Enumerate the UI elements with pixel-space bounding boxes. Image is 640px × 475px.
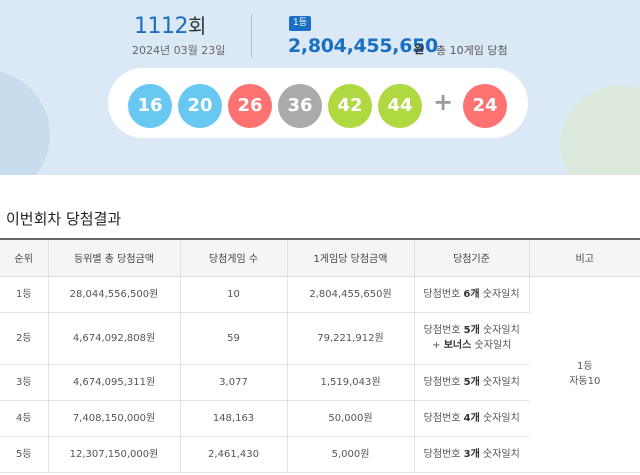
- criteria-count: 5개: [463, 376, 480, 388]
- criteria-text: 숫자일치: [479, 288, 520, 300]
- decorative-circle: [0, 70, 50, 175]
- column-header: 순위: [0, 238, 49, 277]
- round-suffix: 회: [188, 14, 206, 38]
- rank-cell: 1등: [0, 276, 49, 313]
- plus-sign: +: [433, 88, 454, 116]
- per-game-prize-cell: 5,000원: [287, 436, 415, 473]
- prize-results-table: 순위 등위별 총 당첨금액 당첨게임 수 1게임당 당첨금액 당첨기준 비고 1…: [0, 238, 640, 473]
- draw-date: 2024년 03월 23일: [132, 44, 226, 57]
- criteria-bonus: 보너스: [443, 340, 472, 351]
- column-header: 등위별 총 당첨금액: [48, 238, 181, 277]
- criteria-text: 당첨번호: [423, 412, 464, 424]
- section-title: 이번회차 당첨결과: [6, 210, 122, 228]
- criteria-cell: 당첨번호 5개 숫자일치: [414, 364, 529, 401]
- number-ball: 36: [278, 84, 322, 128]
- per-game-prize-cell: 2,804,455,650원: [287, 276, 415, 313]
- draw-result-banner: 1112회 2024년 03월 23일 1등 2,804,455,650 원 총…: [0, 0, 640, 175]
- round-number-value: 1112: [134, 14, 189, 39]
- column-header: 당첨게임 수: [180, 238, 288, 277]
- table-header-row: 순위 등위별 총 당첨금액 당첨게임 수 1게임당 당첨금액 당첨기준 비고: [0, 238, 640, 277]
- criteria-text: +: [432, 340, 444, 351]
- note-line: 1등: [576, 361, 593, 372]
- per-game-prize-cell: 50,000원: [287, 400, 415, 437]
- divider: [251, 14, 252, 58]
- criteria-cell: 당첨번호 3개 숫자일치: [414, 436, 529, 473]
- winning-games-cell: 59: [180, 312, 288, 365]
- column-header: 1게임당 당첨금액: [287, 238, 415, 277]
- table-row: 1등 28,044,556,500원 10 2,804,455,650원 당첨번…: [0, 276, 640, 473]
- criteria-text: 숫자일치: [479, 448, 520, 460]
- criteria-text: 숫자일치: [479, 325, 520, 336]
- rank-cell: 4등: [0, 400, 49, 437]
- winning-games-cell: 148,163: [180, 400, 288, 437]
- number-ball: 16: [128, 84, 172, 128]
- first-prize-winners: 총 10게임 당첨: [436, 44, 508, 57]
- per-game-prize-cell: 79,221,912원: [287, 312, 415, 365]
- winning-games-cell: 10: [180, 276, 288, 313]
- total-prize-cell: 4,674,092,808원: [48, 312, 181, 365]
- round-number: 1112회: [134, 10, 206, 39]
- number-ball: 20: [178, 84, 222, 128]
- winning-games-cell: 2,461,430: [180, 436, 288, 473]
- criteria-text: 당첨번호: [423, 448, 464, 460]
- note-cell: 1등자동10: [529, 276, 640, 473]
- column-header: 당첨기준: [414, 238, 530, 277]
- total-prize-cell: 12,307,150,000원: [48, 436, 181, 473]
- column-header: 비고: [529, 238, 640, 277]
- decorative-circle: [560, 85, 640, 175]
- criteria-text: 당첨번호: [423, 325, 464, 336]
- total-prize-cell: 28,044,556,500원: [48, 276, 181, 313]
- rank-cell: 5등: [0, 436, 49, 473]
- number-ball: 44: [378, 84, 422, 128]
- number-ball: 26: [228, 84, 272, 128]
- winning-games-cell: 3,077: [180, 364, 288, 401]
- criteria-count: 3개: [463, 448, 480, 460]
- rank-cell: 3등: [0, 364, 49, 401]
- bonus-number-ball: 24: [463, 84, 507, 128]
- criteria-text: 당첨번호: [423, 288, 464, 300]
- number-ball: 42: [328, 84, 372, 128]
- criteria-text: 숫자일치: [471, 340, 512, 351]
- first-rank-badge: 1등: [289, 16, 311, 31]
- criteria-text: 숫자일치: [479, 376, 520, 388]
- criteria-count: 5개: [463, 325, 480, 336]
- per-game-prize-cell: 1,519,043원: [287, 364, 415, 401]
- criteria-count: 6개: [463, 288, 480, 300]
- rank-cell: 2등: [0, 312, 49, 365]
- total-prize-cell: 4,674,095,311원: [48, 364, 181, 401]
- criteria-text: 당첨번호: [423, 376, 464, 388]
- criteria-cell: 당첨번호 4개 숫자일치: [414, 400, 529, 437]
- criteria-text: 숫자일치: [479, 412, 520, 424]
- note-line: 자동10: [569, 376, 601, 387]
- total-prize-cell: 7,408,150,000원: [48, 400, 181, 437]
- criteria-cell: 당첨번호 5개 숫자일치 + 보너스 숫자일치: [414, 312, 529, 365]
- first-prize-unit: 원: [414, 43, 425, 56]
- criteria-cell: 당첨번호 6개 숫자일치: [414, 276, 530, 313]
- criteria-count: 4개: [463, 412, 480, 424]
